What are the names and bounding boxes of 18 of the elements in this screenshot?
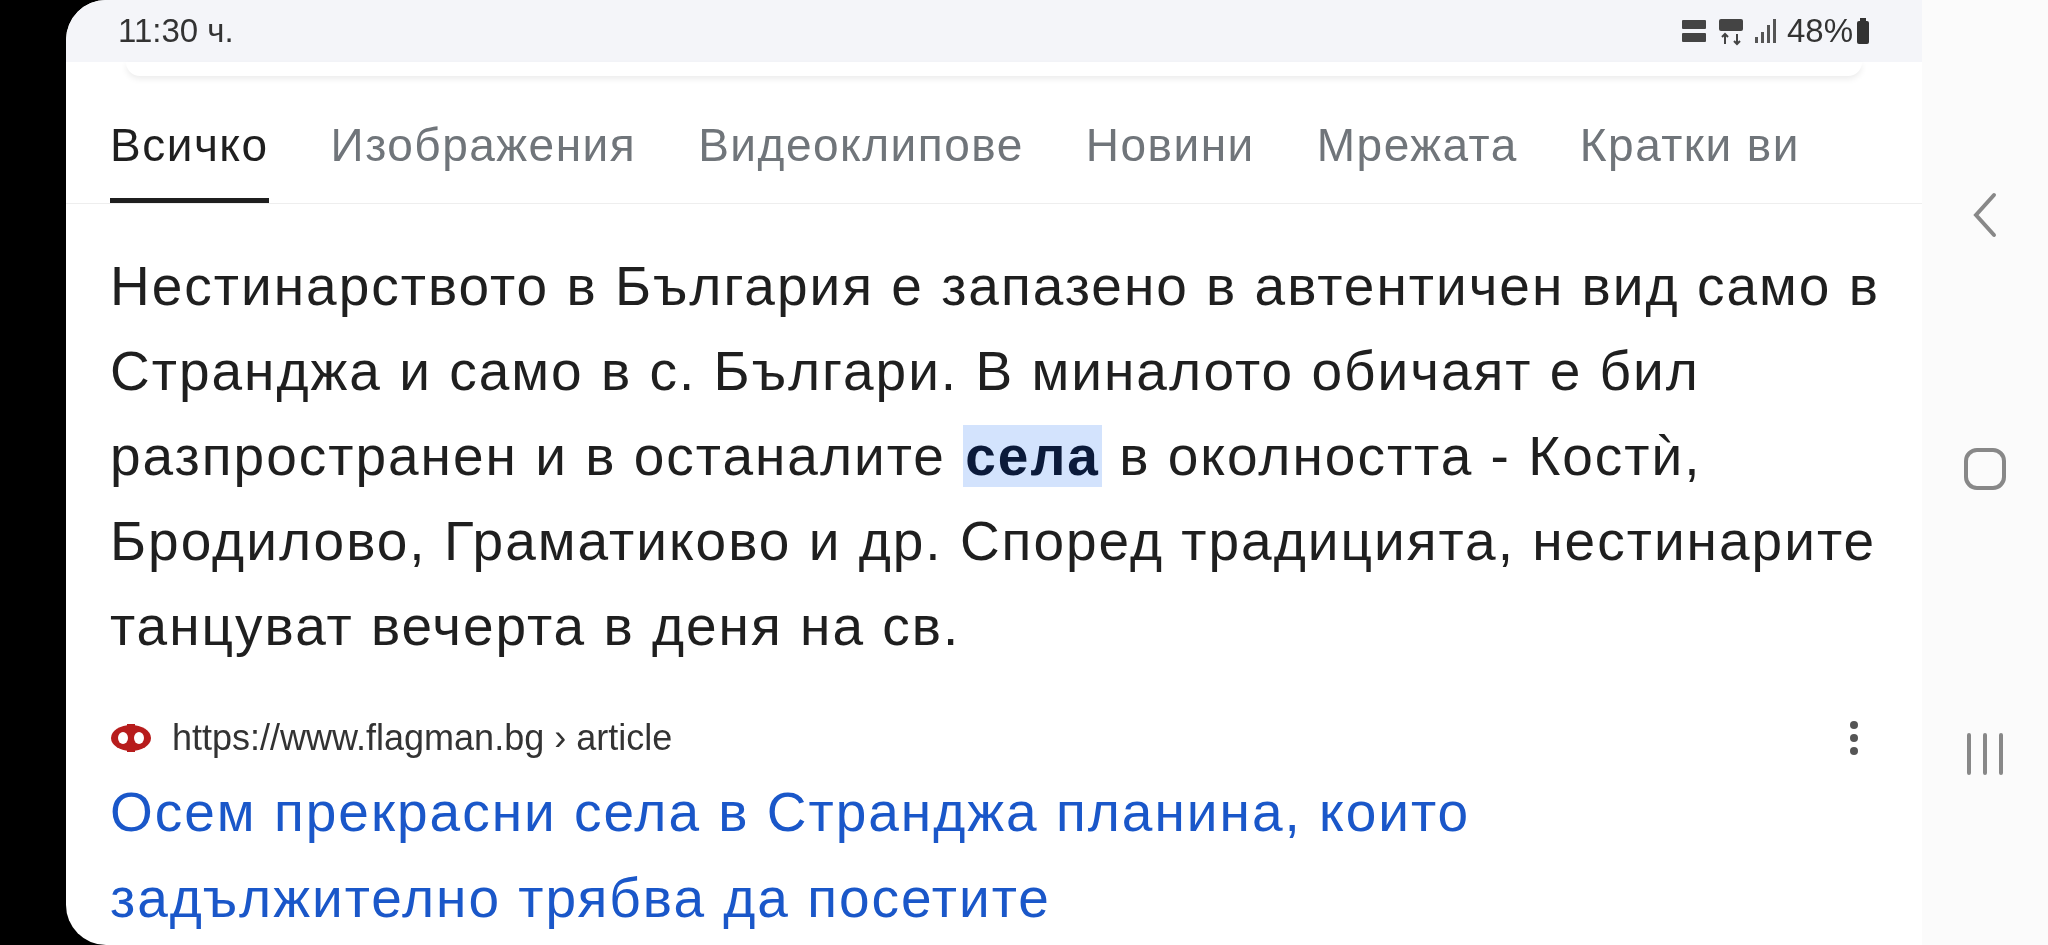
site-favicon-icon — [110, 723, 152, 753]
status-time: 11:30 ч. — [118, 11, 234, 52]
tab[interactable]: Новини — [1085, 111, 1255, 203]
tab[interactable]: Изображения — [330, 111, 637, 203]
battery-percent: 48% — [1786, 11, 1853, 52]
signal-icon — [1752, 17, 1779, 45]
battery-icon — [1856, 17, 1870, 45]
result-url[interactable]: https://www.flagman.bg › article — [172, 711, 673, 765]
tab[interactable]: Кратки ви — [1579, 111, 1800, 203]
tab[interactable]: Всичко — [110, 111, 269, 203]
snippet-text: Нестинарството в България е запазено в автентичен вид само в Странджа и само в с. Българи. В миналото обичаят е бил разпространен и в останалите села в околността - Костѝ, Бродилово, Граматиково и др. Според традицията, нестинарите танцуват вечерта в деня на св. — [110, 254, 1881, 659]
more-options-icon[interactable] — [1848, 720, 1860, 756]
tab[interactable]: Мрежата — [1316, 111, 1518, 203]
back-icon[interactable] — [1972, 192, 1998, 238]
result-title-link[interactable]: Осем прекрасни села в Странджа планина, които задължително трябва да посетите — [110, 769, 1710, 941]
home-icon[interactable] — [1964, 448, 2006, 490]
recent-apps-icon[interactable] — [1965, 733, 2005, 775]
tab[interactable]: Видеоклипове — [698, 111, 1024, 203]
